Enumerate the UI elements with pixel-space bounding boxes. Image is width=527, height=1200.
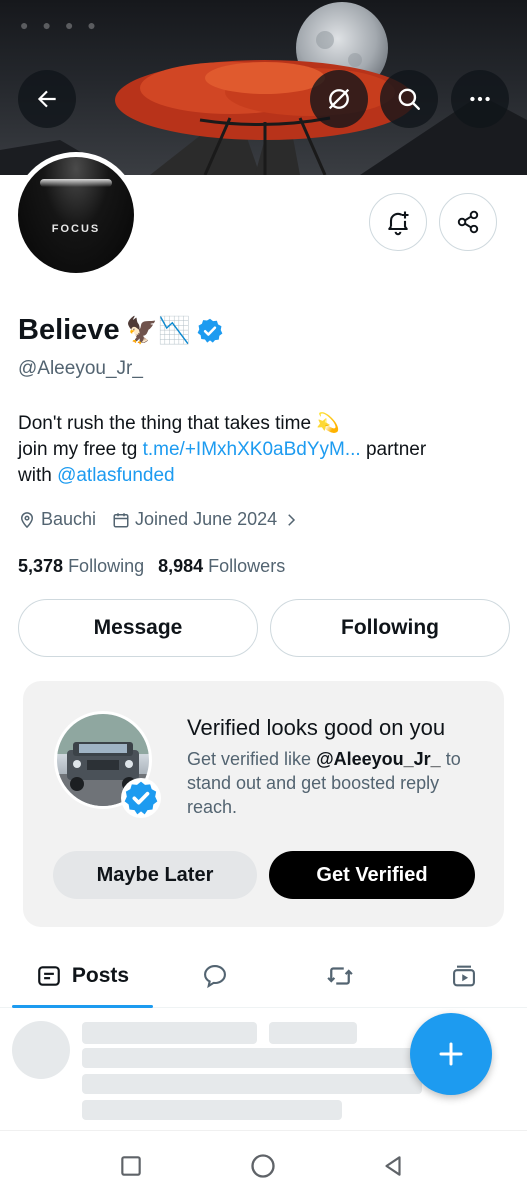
profile-tabs: Posts [0,944,527,1008]
verify-card-title: Verified looks good on you [187,715,446,740]
following-count: 5,378 [18,556,64,576]
verified-badge-icon[interactable] [196,317,224,345]
back-button[interactable] [18,70,76,128]
media-icon [453,965,475,987]
following-label: Following [68,556,145,576]
system-nav-bar [0,1130,527,1200]
message-button[interactable]: Message [18,599,258,657]
profile-handle: @Aleeyou_Jr_ [18,358,143,379]
location: Bauchi [18,509,96,530]
circle-icon [251,1154,275,1178]
search-button[interactable] [380,70,438,128]
back-arrow-icon [37,90,56,108]
location-text: Bauchi [41,509,97,529]
followers-label: Followers [208,556,286,576]
following-button[interactable]: Following [270,599,510,657]
search-icon [398,88,420,110]
calendar-icon [113,512,129,527]
tab-posts[interactable]: Posts [12,944,153,1008]
verify-text: Get verified like [187,749,317,769]
verify-card: Verified looks good on you Get verified … [23,681,504,927]
profile-name: Believe 🦅📉 [18,314,224,347]
avatar-text: FOCUS [51,223,101,235]
get-verified-button[interactable]: Get Verified [269,851,475,899]
display-name: Believe [18,314,120,346]
tab-media[interactable] [431,944,497,1008]
system-back-button[interactable] [373,1146,413,1186]
followers-count-link[interactable]: 8,984 Followers [158,556,285,577]
recents-button[interactable] [111,1146,151,1186]
square-icon [121,1156,141,1176]
bio-line-1: Don't rush the thing that takes time 💫 [18,413,340,434]
more-icon [470,96,490,102]
skeleton-line [82,1100,342,1120]
share-button[interactable] [439,193,497,251]
compose-button[interactable] [410,1013,492,1095]
following-count-link[interactable]: 5,378 Following [18,556,144,577]
chevron-right-icon [288,513,296,526]
bell-plus-icon [388,211,409,236]
skeleton-line [269,1022,357,1044]
more-button[interactable] [451,70,509,128]
name-emojis: 🦅📉 [125,315,191,345]
status-bar-ghost: ● ● ● ● [20,17,96,33]
followers-count: 8,984 [158,556,204,576]
avatar-image: FOCUS [18,157,134,273]
bio-text: join my free tg [18,439,143,460]
bio-link[interactable]: t.me/+IMxhXK0aBdYyM... [143,439,361,460]
bio-line-2: join my free tg t.me/+IMxhXK0aBdYyM... p… [18,437,513,463]
reposts-icon [327,967,353,985]
profile-avatar[interactable]: FOCUS [13,152,139,278]
skeleton-line [82,1048,422,1068]
bio-line-3: with @atlasfunded [18,463,513,489]
avatar-light [40,179,112,187]
bio-text: with [18,465,58,486]
follow-counts: 5,378 Following 8,984 Followers [18,556,285,577]
bio-mention[interactable]: @atlasfunded [57,465,175,486]
skeleton-line [82,1022,257,1044]
grok-off-button[interactable] [310,70,368,128]
plus-icon [439,1042,463,1066]
skeleton-avatar [12,1021,70,1079]
tab-posts-label: Posts [71,964,130,987]
tab-replies[interactable] [182,944,248,1008]
replies-icon [204,965,226,989]
notify-button[interactable] [369,193,427,251]
verified-badge-icon [121,778,161,818]
profile-meta: Bauchi Joined June 2024 [18,509,300,530]
maybe-later-button[interactable]: Maybe Later [53,851,257,899]
skeleton-line [82,1074,422,1094]
share-icon [457,210,479,234]
profile-banner: ● ● ● ● [0,0,527,175]
home-button[interactable] [243,1146,283,1186]
tab-reposts[interactable] [307,944,373,1008]
verify-card-text: Get verified like @Aleeyou_Jr_ to stand … [187,747,487,819]
verify-handle: @Aleeyou_Jr_ [316,749,441,769]
triangle-back-icon [385,1156,401,1176]
joined-date[interactable]: Joined June 2024 [112,509,300,530]
profile-bio: Don't rush the thing that takes time 💫 j… [18,411,513,489]
slashed-circle-icon [328,88,350,110]
location-pin-icon [20,511,34,528]
bio-text: partner [360,439,427,460]
posts-icon [38,966,60,986]
active-tab-indicator [12,1005,153,1008]
joined-text: Joined June 2024 [135,509,278,529]
